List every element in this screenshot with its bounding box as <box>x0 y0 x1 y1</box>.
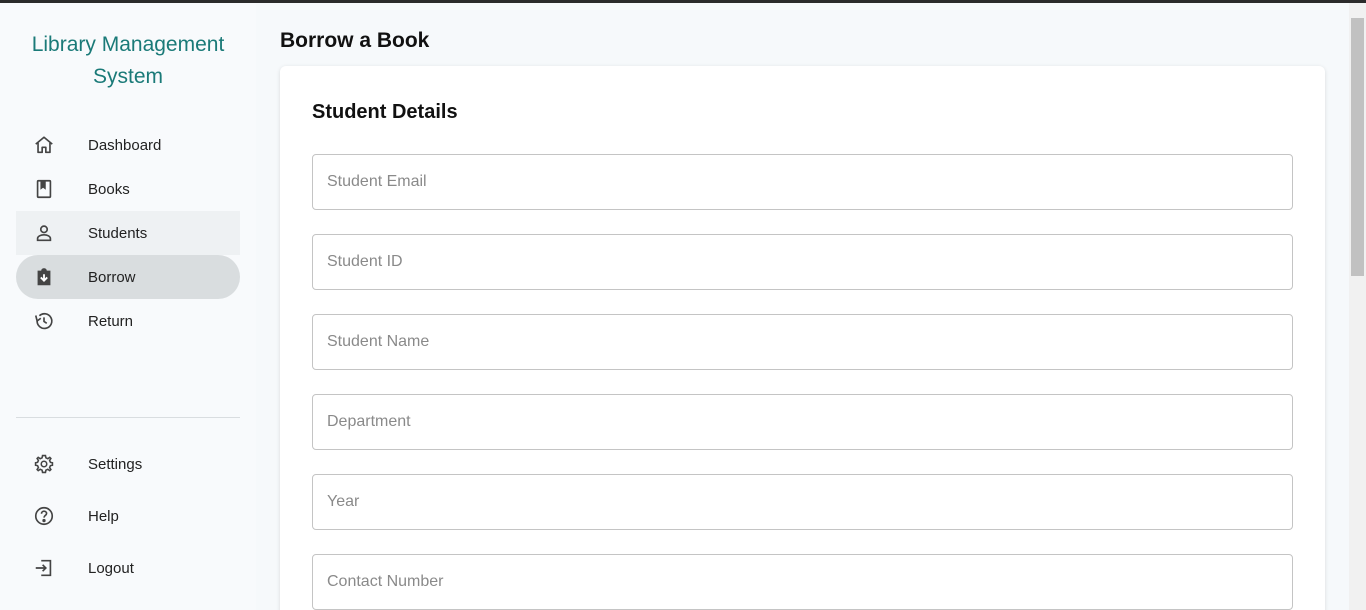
sidebar-item-label: Help <box>88 507 119 525</box>
help-circle-icon <box>32 504 56 528</box>
logout-icon <box>32 556 56 580</box>
section-title: Student Details <box>312 101 458 123</box>
gear-icon <box>32 452 56 476</box>
sidebar-divider <box>16 417 240 418</box>
sidebar-item-return[interactable]: Return <box>16 299 240 343</box>
home-icon <box>32 133 56 157</box>
sidebar-item-students[interactable]: Students <box>16 211 240 255</box>
contact-number-field[interactable] <box>312 554 1293 610</box>
sidebar-item-dashboard[interactable]: Dashboard <box>16 123 240 167</box>
scrollbar-thumb[interactable] <box>1351 18 1364 276</box>
person-icon <box>32 221 56 245</box>
year-field[interactable] <box>312 474 1293 530</box>
page-scrollbar[interactable] <box>1349 3 1366 610</box>
sidebar-item-label: Dashboard <box>88 136 162 154</box>
sidebar-item-label: Logout <box>88 559 134 577</box>
app-title-line-1: Library Management <box>31 33 225 56</box>
student-name-field[interactable] <box>312 314 1293 370</box>
sidebar: Library Management System Dashboard Book… <box>0 3 256 610</box>
book-icon <box>32 177 56 201</box>
secondary-nav: Settings Help Logout <box>16 438 240 594</box>
sidebar-item-label: Return <box>88 312 134 330</box>
sidebar-item-help[interactable]: Help <box>16 490 240 542</box>
primary-nav: Dashboard Books Students Borrow Return <box>16 123 240 343</box>
sidebar-item-books[interactable]: Books <box>16 167 240 211</box>
sidebar-item-label: Students <box>88 224 148 242</box>
sidebar-item-settings[interactable]: Settings <box>16 438 240 490</box>
app-title-line-2: System <box>92 65 163 88</box>
student-email-field[interactable] <box>312 154 1293 210</box>
sidebar-item-label: Borrow <box>88 268 136 286</box>
sidebar-item-label: Books <box>88 180 130 198</box>
sidebar-item-label: Settings <box>88 455 143 473</box>
sidebar-item-borrow[interactable]: Borrow <box>16 255 240 299</box>
download-clipboard-icon <box>32 265 56 289</box>
department-field[interactable] <box>312 394 1293 450</box>
history-icon <box>32 309 56 333</box>
page-title: Borrow a Book <box>280 29 430 52</box>
sidebar-item-logout[interactable]: Logout <box>16 542 240 594</box>
student-id-field[interactable] <box>312 234 1293 290</box>
app-title: Library Management System <box>0 29 256 93</box>
